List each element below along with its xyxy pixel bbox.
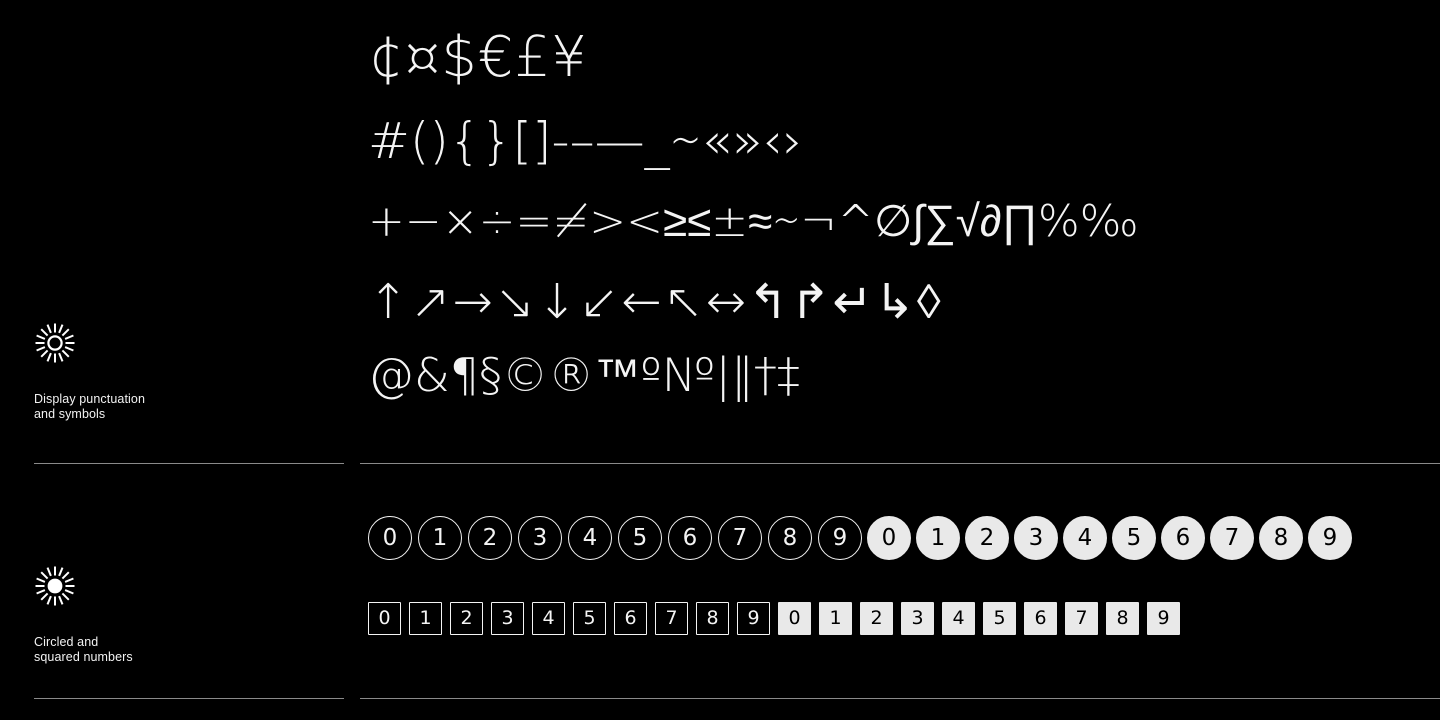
section-label-text: Display punctuation and symbols bbox=[34, 392, 334, 422]
circle-number-outline-4: 4 bbox=[568, 516, 612, 560]
square-number-outline-7: 7 bbox=[655, 602, 688, 635]
square-number-filled-0: 0 bbox=[778, 602, 811, 635]
circle-number-filled-5: 5 bbox=[1112, 516, 1156, 560]
circle-number-filled-7: 7 bbox=[1210, 516, 1254, 560]
square-number-outline-1: 1 bbox=[409, 602, 442, 635]
type-specimen-page: Display punctuation and symbols ¢¤$€£¥ #… bbox=[0, 0, 1440, 720]
square-number-filled-5: 5 bbox=[983, 602, 1016, 635]
square-number-outline-4: 4 bbox=[532, 602, 565, 635]
square-number-outline-9: 9 bbox=[737, 602, 770, 635]
glyph-row-punctuation: #(){}[]-–—_∼«»‹› bbox=[368, 112, 803, 170]
squared-numbers-row: 01234567890123456789 bbox=[368, 602, 1180, 635]
circle-number-filled-3: 3 bbox=[1014, 516, 1058, 560]
circle-number-outline-6: 6 bbox=[668, 516, 712, 560]
section-circled-squared-numbers: Circled and squared numbers 012345678901… bbox=[0, 463, 1440, 698]
square-number-outline-6: 6 bbox=[614, 602, 647, 635]
circle-number-filled-1: 1 bbox=[916, 516, 960, 560]
sun-outline-icon bbox=[35, 323, 75, 363]
circle-number-filled-4: 4 bbox=[1063, 516, 1107, 560]
section-label-circled-squared: Circled and squared numbers bbox=[34, 565, 334, 665]
circle-number-outline-1: 1 bbox=[418, 516, 462, 560]
circled-numbers-row: 01234567890123456789 bbox=[368, 516, 1352, 560]
divider-bottom-right bbox=[360, 698, 1440, 699]
circle-number-outline-0: 0 bbox=[368, 516, 412, 560]
section-label-line-1: Display punctuation bbox=[34, 392, 145, 406]
square-number-outline-2: 2 bbox=[450, 602, 483, 635]
glyph-row-reference: @&¶§©®™º№|‖†‡ bbox=[368, 348, 800, 402]
square-number-filled-6: 6 bbox=[1024, 602, 1057, 635]
square-number-filled-8: 8 bbox=[1106, 602, 1139, 635]
circle-number-outline-8: 8 bbox=[768, 516, 812, 560]
section-label-line-1: Circled and bbox=[34, 635, 99, 649]
square-number-filled-2: 2 bbox=[860, 602, 893, 635]
circle-number-filled-9: 9 bbox=[1308, 516, 1352, 560]
square-number-outline-3: 3 bbox=[491, 602, 524, 635]
glyph-row-math: +−×÷=≠><≥≤±≈∼¬^∅∫∑√∂∏%‰ bbox=[368, 196, 1139, 247]
circle-number-outline-7: 7 bbox=[718, 516, 762, 560]
section-label-line-2: squared numbers bbox=[34, 650, 133, 664]
square-number-filled-9: 9 bbox=[1147, 602, 1180, 635]
sun-filled-icon bbox=[35, 566, 75, 606]
glyph-row-arrows: ↑↗→↘↓↙←↖↔↰↱↵↳◊ bbox=[368, 274, 943, 330]
circle-number-filled-2: 2 bbox=[965, 516, 1009, 560]
square-number-filled-3: 3 bbox=[901, 602, 934, 635]
square-number-outline-5: 5 bbox=[573, 602, 606, 635]
square-number-filled-7: 7 bbox=[1065, 602, 1098, 635]
circle-number-filled-0: 0 bbox=[867, 516, 911, 560]
glyph-row-currency: ¢¤$€£¥ bbox=[368, 25, 588, 90]
square-number-outline-0: 0 bbox=[368, 602, 401, 635]
circle-number-outline-3: 3 bbox=[518, 516, 562, 560]
square-number-filled-1: 1 bbox=[819, 602, 852, 635]
square-number-filled-4: 4 bbox=[942, 602, 975, 635]
circle-number-filled-6: 6 bbox=[1161, 516, 1205, 560]
circle-number-outline-9: 9 bbox=[818, 516, 862, 560]
section-label-display-punctuation: Display punctuation and symbols bbox=[34, 322, 334, 422]
square-number-outline-8: 8 bbox=[696, 602, 729, 635]
circle-number-filled-8: 8 bbox=[1259, 516, 1303, 560]
circle-number-outline-5: 5 bbox=[618, 516, 662, 560]
section-label-line-2: and symbols bbox=[34, 407, 106, 421]
divider-bottom-left bbox=[34, 698, 344, 699]
section-display-punctuation: Display punctuation and symbols ¢¤$€£¥ #… bbox=[0, 0, 1440, 463]
circle-number-outline-2: 2 bbox=[468, 516, 512, 560]
section-label-text: Circled and squared numbers bbox=[34, 635, 334, 665]
